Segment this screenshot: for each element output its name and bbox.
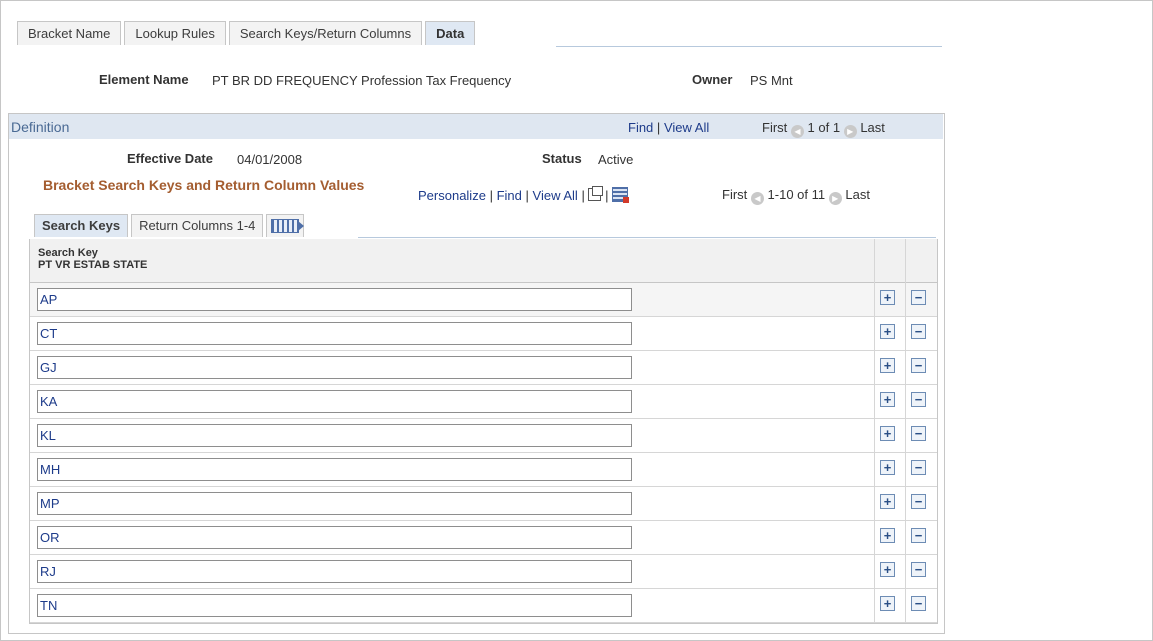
table-row: +− [30, 589, 937, 623]
separator: | [525, 188, 529, 203]
add-row-button[interactable]: + [880, 426, 895, 441]
add-row-button[interactable]: + [880, 460, 895, 475]
separator: | [489, 188, 493, 203]
column-header-search-key: Search Key PT VR ESTAB STATE [38, 247, 147, 271]
add-row-button[interactable]: + [880, 596, 895, 611]
grid-subtabs: Search Keys Return Columns 1-4 [34, 214, 307, 238]
table-row: +− [30, 555, 937, 589]
separator: | [656, 120, 661, 135]
delete-row-button[interactable]: − [911, 528, 926, 543]
table-row: +− [30, 317, 937, 351]
search-key-input[interactable] [37, 322, 632, 345]
owner-value: PS Mnt [750, 73, 793, 88]
definition-last-label: Last [860, 120, 885, 135]
delete-row-button[interactable]: − [911, 324, 926, 339]
grid-pager: First ◀ 1-10 of 11 ▶ Last [722, 187, 870, 205]
previous-icon[interactable]: ◀ [750, 192, 764, 205]
tab-search-keys-return-columns[interactable]: Search Keys/Return Columns [228, 21, 423, 45]
search-key-input[interactable] [37, 560, 632, 583]
subtab-underline [358, 237, 936, 238]
add-row-button[interactable]: + [880, 290, 895, 305]
subtab-return-columns[interactable]: Return Columns 1-4 [131, 214, 264, 237]
new-window-icon[interactable] [588, 186, 604, 201]
table-row: +− [30, 351, 937, 385]
delete-row-button[interactable]: − [911, 562, 926, 577]
definition-first-label: First [762, 120, 788, 135]
column-divider [905, 239, 906, 623]
delete-row-button[interactable]: − [911, 358, 926, 373]
column-header-line-2: PT VR ESTAB STATE [38, 259, 148, 271]
delete-row-button[interactable]: − [911, 596, 926, 611]
definition-title: Definition [11, 119, 70, 135]
tab-bracket-name[interactable]: Bracket Name [17, 21, 122, 45]
definition-counter: 1 of 1 [807, 120, 841, 135]
grid-first-label: First [722, 187, 748, 202]
grid-toolbar: Personalize | Find | View All | | [418, 186, 630, 203]
subtab-search-keys[interactable]: Search Keys [34, 214, 129, 237]
search-key-input[interactable] [37, 526, 632, 549]
table-row: +− [30, 453, 937, 487]
search-key-input[interactable] [37, 288, 632, 311]
effective-date-value: 04/01/2008 [237, 152, 303, 167]
definition-view-all-link[interactable]: View All [664, 120, 709, 135]
column-header-line-1: Search Key [38, 247, 98, 259]
search-key-input[interactable] [37, 492, 632, 515]
owner-label: Owner [692, 72, 733, 87]
search-key-input[interactable] [37, 390, 632, 413]
download-icon[interactable] [612, 187, 630, 203]
next-icon[interactable]: ▶ [828, 192, 842, 205]
status-value: Active [598, 152, 634, 167]
grid-find-link[interactable]: Find [497, 188, 522, 203]
delete-row-button[interactable]: − [911, 392, 926, 407]
search-key-input[interactable] [37, 424, 632, 447]
table-row: +− [30, 521, 937, 555]
add-row-button[interactable]: + [880, 392, 895, 407]
element-name-label: Element Name [99, 72, 189, 87]
delete-row-button[interactable]: − [911, 426, 926, 441]
separator: | [581, 188, 585, 203]
separator: | [605, 188, 609, 203]
search-key-input[interactable] [37, 356, 632, 379]
definition-nav: Find | View All [628, 120, 709, 135]
table-row: +− [30, 283, 937, 317]
next-icon[interactable]: ▶ [843, 125, 857, 138]
delete-row-button[interactable]: − [911, 290, 926, 305]
grid-header [30, 239, 937, 283]
add-row-button[interactable]: + [880, 324, 895, 339]
search-key-input[interactable] [37, 594, 632, 617]
grid-counter: 1-10 of 11 [767, 187, 826, 202]
grid-title: Bracket Search Keys and Return Column Va… [43, 177, 365, 193]
show-all-columns-icon[interactable] [266, 214, 305, 237]
tab-lookup-rules[interactable]: Lookup Rules [124, 21, 226, 45]
delete-row-button[interactable]: − [911, 494, 926, 509]
grid-last-label: Last [845, 187, 870, 202]
add-row-button[interactable]: + [880, 358, 895, 373]
table-row: +− [30, 419, 937, 453]
grid-view-all-link[interactable]: View All [533, 188, 578, 203]
add-row-button[interactable]: + [880, 494, 895, 509]
definition-pager: First ◀ 1 of 1 ▶ Last [762, 120, 885, 138]
search-key-input[interactable] [37, 458, 632, 481]
tab-data[interactable]: Data [425, 21, 476, 45]
tab-underline [556, 46, 942, 47]
element-name-value: PT BR DD FREQUENCY Profession Tax Freque… [212, 73, 512, 88]
table-row: +− [30, 487, 937, 521]
page-tabs: Bracket Name Lookup Rules Search Keys/Re… [17, 21, 478, 46]
add-row-button[interactable]: + [880, 562, 895, 577]
status-label: Status [542, 151, 582, 166]
delete-row-button[interactable]: − [911, 460, 926, 475]
previous-icon[interactable]: ◀ [790, 125, 804, 138]
add-row-button[interactable]: + [880, 528, 895, 543]
effective-date-label: Effective Date [127, 151, 213, 166]
personalize-link[interactable]: Personalize [418, 188, 486, 203]
table-row: +− [30, 385, 937, 419]
column-divider [874, 239, 875, 623]
definition-find-link[interactable]: Find [628, 120, 653, 135]
